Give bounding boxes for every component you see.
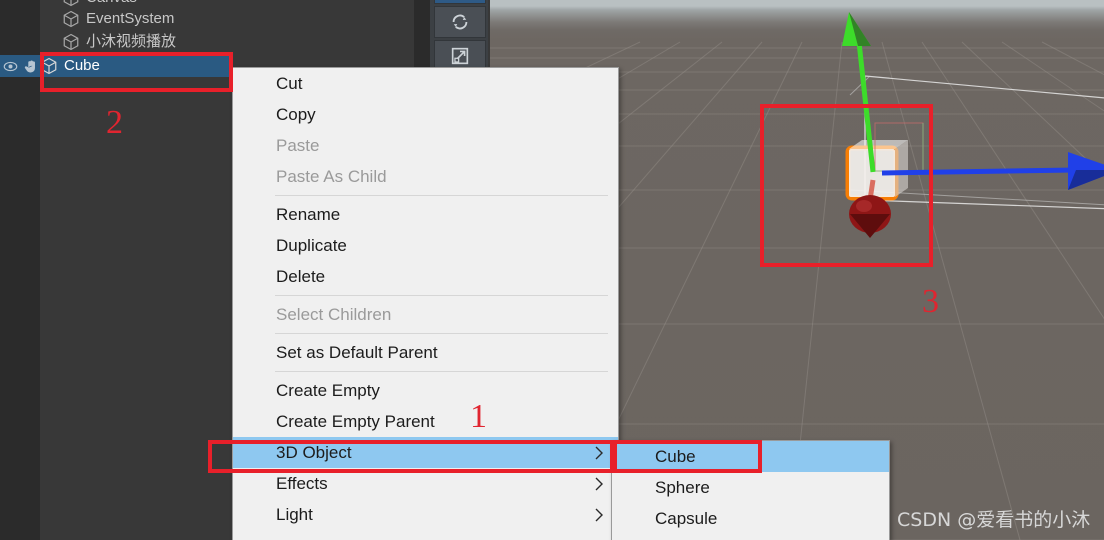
menu-item-label: Copy bbox=[276, 104, 316, 124]
cube-icon bbox=[63, 10, 79, 28]
hierarchy-panel[interactable]: Canvas EventSystem 小沐视频播放 bbox=[0, 0, 230, 540]
hierarchy-context-menu[interactable]: Cut Copy Paste Paste As Child Rename Dup… bbox=[232, 67, 619, 540]
chevron-right-icon bbox=[595, 446, 603, 459]
menu-item-label: Create Empty Parent bbox=[276, 411, 435, 431]
cube-object bbox=[845, 122, 924, 201]
chevron-right-icon bbox=[595, 508, 603, 521]
unity-editor-screenshot: Canvas EventSystem 小沐视频播放 bbox=[0, 0, 1104, 540]
menu-item-duplicate[interactable]: Duplicate bbox=[233, 230, 618, 261]
rotate-tool-button[interactable] bbox=[434, 6, 486, 38]
menu-item-rename[interactable]: Rename bbox=[233, 199, 618, 230]
menu-item-label: Cut bbox=[276, 73, 303, 93]
menu-item-label: Delete bbox=[276, 266, 326, 286]
menu-item-3d-object[interactable]: 3D Object bbox=[233, 437, 618, 468]
menu-item-label: Duplicate bbox=[276, 235, 347, 255]
rect-transform-icon bbox=[451, 47, 469, 65]
hierarchy-item-label: EventSystem bbox=[86, 10, 175, 27]
eye-icon[interactable] bbox=[3, 59, 18, 74]
menu-item-paste-as-child: Paste As Child bbox=[233, 161, 618, 192]
submenu-item-sphere[interactable]: Sphere bbox=[612, 472, 889, 503]
watermark: CSDN @爱看书的小沐 bbox=[897, 509, 1091, 531]
panel-divider bbox=[414, 0, 430, 72]
menu-item-label: Light bbox=[276, 504, 313, 524]
move-tool-button[interactable] bbox=[434, 0, 486, 4]
menu-item-create-empty-parent[interactable]: Create Empty Parent bbox=[233, 406, 618, 437]
scene-toolbar[interactable] bbox=[430, 0, 488, 72]
hierarchy-item-label: Cube bbox=[64, 57, 100, 74]
hierarchy-row-video-player[interactable]: 小沐视频播放 bbox=[40, 31, 230, 53]
hierarchy-item-label: 小沐视频播放 bbox=[86, 33, 177, 50]
menu-separator bbox=[275, 371, 608, 372]
hand-icon[interactable] bbox=[23, 59, 38, 74]
menu-item-create-empty[interactable]: Create Empty bbox=[233, 375, 618, 406]
submenu-item-capsule[interactable]: Capsule bbox=[612, 503, 889, 534]
visibility-toggle-group[interactable] bbox=[0, 55, 40, 77]
submenu-item-label: Capsule bbox=[655, 508, 718, 528]
chevron-right-icon bbox=[595, 477, 603, 490]
menu-item-label: Paste bbox=[276, 135, 320, 155]
submenu-item-cube[interactable]: Cube bbox=[612, 441, 889, 472]
menu-separator bbox=[275, 295, 608, 296]
cube-icon bbox=[63, 33, 79, 51]
menu-separator bbox=[275, 195, 608, 196]
menu-item-label: Paste As Child bbox=[276, 166, 387, 186]
menu-item-paste: Paste bbox=[233, 130, 618, 161]
menu-item-label: Select Children bbox=[276, 304, 392, 324]
menu-separator bbox=[275, 333, 608, 334]
cube-icon bbox=[41, 57, 57, 75]
menu-item-copy[interactable]: Copy bbox=[233, 99, 618, 130]
menu-item-cut[interactable]: Cut bbox=[233, 68, 618, 99]
menu-item-label: Effects bbox=[276, 473, 328, 493]
submenu-item-label: Cube bbox=[655, 446, 696, 466]
menu-item-delete[interactable]: Delete bbox=[233, 261, 618, 292]
submenu-item-label: Sphere bbox=[655, 477, 710, 497]
rotate-icon bbox=[452, 14, 468, 30]
cube-icon bbox=[63, 0, 79, 7]
menu-item-effects[interactable]: Effects bbox=[233, 468, 618, 499]
move-icon bbox=[449, 0, 471, 2]
3d-object-submenu[interactable]: Cube Sphere Capsule bbox=[611, 440, 890, 540]
hierarchy-gutter bbox=[0, 0, 40, 540]
menu-item-label: 3D Object bbox=[276, 442, 352, 462]
menu-item-set-as-default-parent[interactable]: Set as Default Parent bbox=[233, 337, 618, 368]
menu-item-light[interactable]: Light bbox=[233, 499, 618, 530]
menu-item-label: Rename bbox=[276, 204, 341, 224]
menu-item-label: Create Empty bbox=[276, 380, 380, 400]
menu-item-select-children: Select Children bbox=[233, 299, 618, 330]
hierarchy-row-eventsystem[interactable]: EventSystem bbox=[40, 8, 230, 30]
menu-item-label: Set as Default Parent bbox=[276, 342, 438, 362]
